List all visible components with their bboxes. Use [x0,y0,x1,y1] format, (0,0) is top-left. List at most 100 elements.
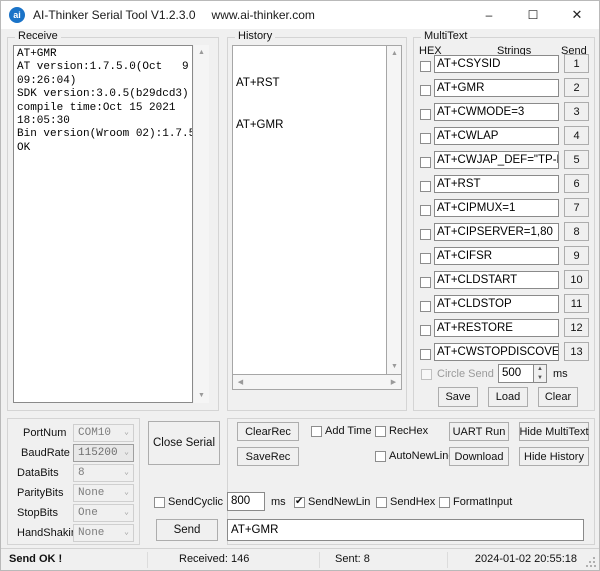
saverec-button[interactable]: SaveRec [237,447,299,466]
multitext-hex-checkbox-9[interactable] [420,253,431,264]
multitext-input-11[interactable]: AT+CLDSTOP [434,295,559,313]
multitext-hex-checkbox-7[interactable] [420,205,431,216]
circle-send-spinner[interactable]: ▲ ▼ [534,364,547,383]
multitext-input-7[interactable]: AT+CIPMUX=1 [434,199,559,217]
status-datetime: 2024-01-02 20:55:18 [475,553,577,565]
multitext-hex-checkbox-12[interactable] [420,325,431,336]
scroll-up-icon[interactable]: ▲ [194,45,209,60]
multitext-hex-checkbox-2[interactable] [420,85,431,96]
history-hscrollbar[interactable]: ◀ ▶ [232,375,402,390]
multitext-input-5[interactable]: AT+CWJAP_DEF="TP-Link [434,151,559,169]
multitext-input-1[interactable]: AT+CSYSID [434,55,559,73]
multitext-send-button-11[interactable]: 11 [564,294,589,313]
send-button[interactable]: Send [156,519,218,541]
multitext-input-4[interactable]: AT+CWLAP [434,127,559,145]
formatinput-checkbox[interactable] [439,497,450,508]
multitext-input-2[interactable]: AT+GMR [434,79,559,97]
baudrate-combo[interactable]: 115200 ⌄ [73,444,134,462]
multitext-send-button-6[interactable]: 6 [564,174,589,193]
minimize-icon[interactable]: – [467,1,511,29]
multitext-send-button-4[interactable]: 4 [564,126,589,145]
multitext-input-3[interactable]: AT+CWMODE=3 [434,103,559,121]
multitext-send-button-3[interactable]: 3 [564,102,589,121]
multitext-input-13[interactable]: AT+CWSTOPDISCOVER [434,343,559,361]
multitext-send-button-10[interactable]: 10 [564,270,589,289]
multitext-load-button[interactable]: Load [488,387,528,407]
scroll-left-icon[interactable]: ◀ [233,375,248,388]
receive-textarea[interactable]: AT+GMR AT version:1.7.5.0(Oct 9 2021 09:… [13,45,193,403]
scroll-down-icon[interactable]: ▼ [194,388,209,403]
autonewline-checkbox[interactable] [375,451,386,462]
chevron-down-icon[interactable]: ⌄ [124,525,129,541]
close-icon[interactable]: ✕ [555,1,599,29]
sendhex-checkbox[interactable] [376,497,387,508]
scroll-up-icon[interactable]: ▲ [387,46,402,61]
circle-send-checkbox[interactable] [421,369,432,380]
multitext-hex-checkbox-13[interactable] [420,349,431,360]
sendcyclic-checkbox[interactable] [154,497,165,508]
sendnewlin-label: SendNewLin [308,496,370,508]
receive-scrollbar[interactable]: ▲ ▼ [194,45,209,403]
app-logo-icon: ai [9,7,25,23]
history-vscrollbar[interactable]: ▲ ▼ [387,45,402,375]
status-received: Received: 146 [179,553,249,565]
multitext-hex-checkbox-8[interactable] [420,229,431,240]
multitext-hex-checkbox-4[interactable] [420,133,431,144]
multitext-hex-checkbox-3[interactable] [420,109,431,120]
scroll-right-icon[interactable]: ▶ [386,375,401,388]
databits-value: 8 [78,467,85,479]
clearrec-button[interactable]: ClearRec [237,422,299,441]
multitext-hex-checkbox-6[interactable] [420,181,431,192]
hide-history-button[interactable]: Hide History [519,447,589,466]
rechex-checkbox[interactable] [375,426,386,437]
multitext-send-button-5[interactable]: 5 [564,150,589,169]
chevron-down-icon[interactable]: ⌄ [124,505,129,521]
handshaking-combo[interactable]: None ⌄ [73,524,134,542]
multitext-send-button-2[interactable]: 2 [564,78,589,97]
scroll-down-icon[interactable]: ▼ [387,359,402,374]
chevron-down-icon[interactable]: ⌄ [124,445,129,461]
paritybits-combo[interactable]: None ⌄ [73,484,134,502]
history-item[interactable]: AT+RST [236,76,383,90]
maximize-icon[interactable]: ☐ [511,1,555,29]
hide-multitext-button[interactable]: Hide MultiText [519,422,589,441]
multitext-input-10[interactable]: AT+CLDSTART [434,271,559,289]
multitext-send-button-12[interactable]: 12 [564,318,589,337]
stopbits-combo[interactable]: One ⌄ [73,504,134,522]
chevron-down-icon[interactable]: ⌄ [124,485,129,501]
send-interval-unit-label: ms [271,496,286,508]
window-controls: – ☐ ✕ [467,1,599,29]
multitext-send-button-8[interactable]: 8 [564,222,589,241]
history-item[interactable]: AT+GMR [236,118,383,132]
multitext-hex-checkbox-11[interactable] [420,301,431,312]
multitext-send-button-7[interactable]: 7 [564,198,589,217]
multitext-input-12[interactable]: AT+RESTORE [434,319,559,337]
multitext-hex-checkbox-5[interactable] [420,157,431,168]
send-command-input[interactable]: AT+GMR [227,519,584,541]
multitext-save-button[interactable]: Save [438,387,478,407]
addtime-checkbox[interactable] [311,426,322,437]
multitext-hex-checkbox-10[interactable] [420,277,431,288]
sendnewlin-checkbox[interactable] [294,497,305,508]
multitext-send-button-1[interactable]: 1 [564,54,589,73]
multitext-clear-button[interactable]: Clear [538,387,578,407]
portnum-combo[interactable]: COM10 ⌄ [73,424,134,442]
spinner-down-icon[interactable]: ▼ [534,374,546,383]
send-interval-input[interactable]: 800 [227,492,265,511]
multitext-input-9[interactable]: AT+CIFSR [434,247,559,265]
uart-run-button[interactable]: UART Run [449,422,509,441]
resize-grip-icon[interactable] [586,557,596,567]
multitext-send-button-13[interactable]: 13 [564,342,589,361]
download-button[interactable]: Download [449,447,509,466]
multitext-input-8[interactable]: AT+CIPSERVER=1,80 [434,223,559,241]
multitext-hex-checkbox-1[interactable] [420,61,431,72]
spinner-up-icon[interactable]: ▲ [534,365,546,374]
close-serial-button[interactable]: Close Serial [148,421,220,465]
chevron-down-icon[interactable]: ⌄ [124,425,129,441]
circle-send-interval-input[interactable]: 500 [498,364,534,383]
multitext-input-6[interactable]: AT+RST [434,175,559,193]
chevron-down-icon[interactable]: ⌄ [124,465,129,481]
databits-combo[interactable]: 8 ⌄ [73,464,134,482]
multitext-send-button-9[interactable]: 9 [564,246,589,265]
history-list[interactable]: AT+RST AT+GMR [232,45,387,375]
